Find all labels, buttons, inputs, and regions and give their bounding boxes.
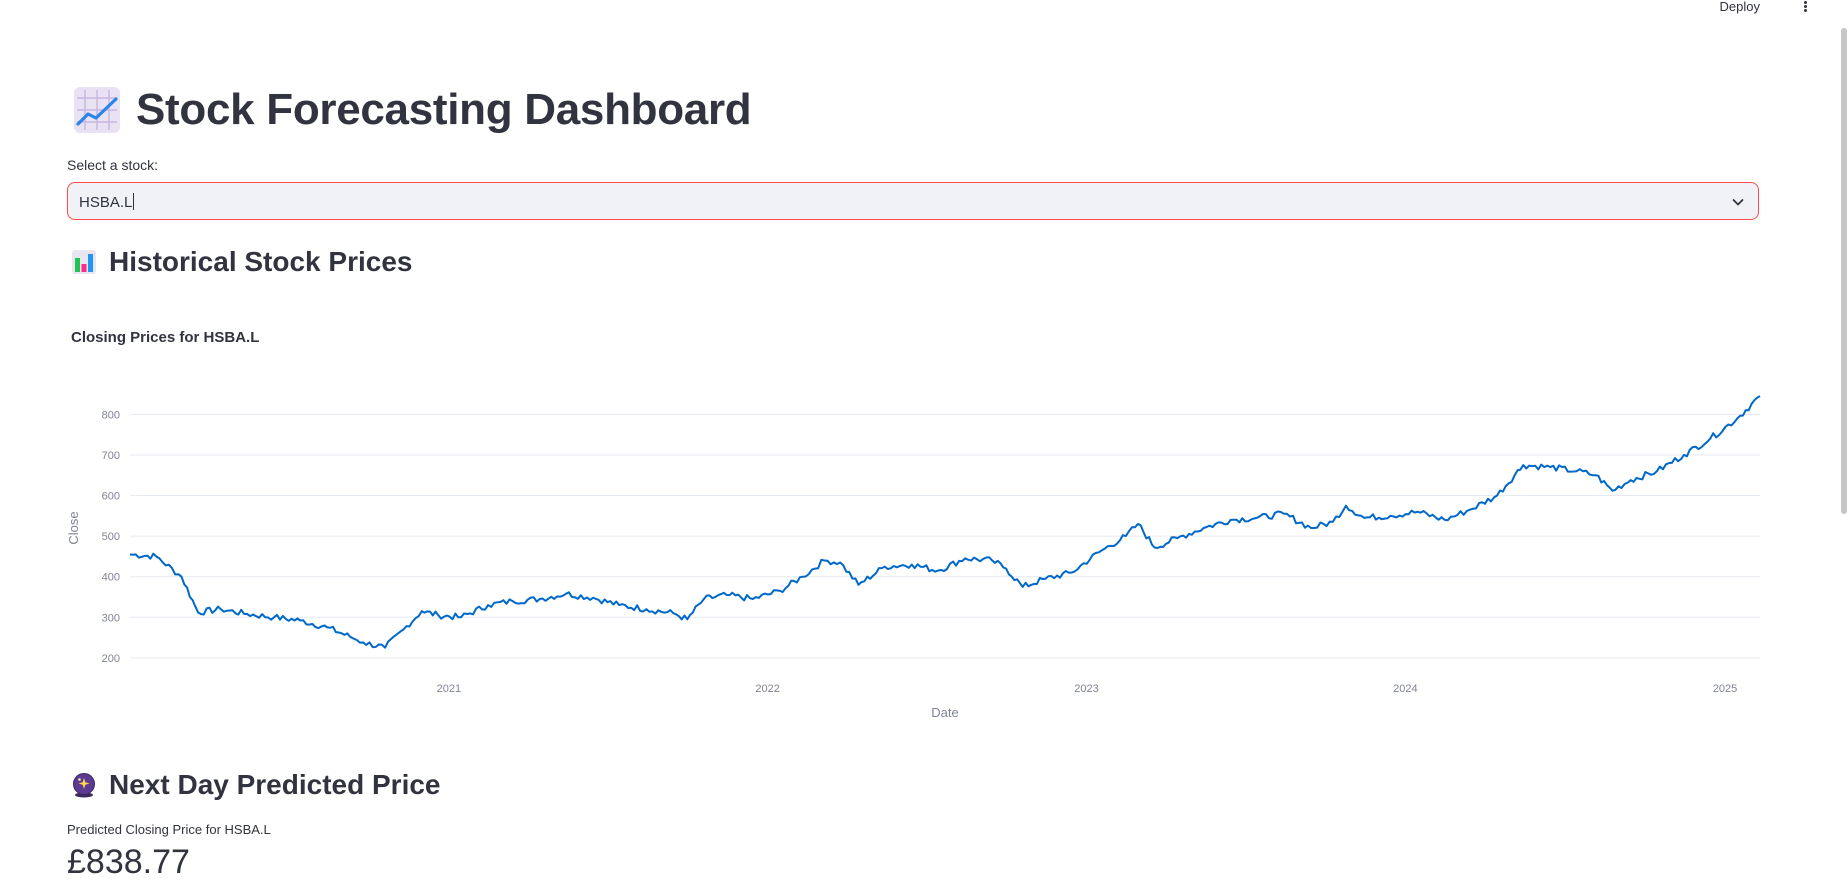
x-tick-label: 2024	[1393, 683, 1417, 695]
close-price-line[interactable]	[129, 395, 1761, 649]
page-header: Stock Forecasting Dashboard	[73, 84, 752, 136]
chevron-down-icon[interactable]	[1730, 194, 1746, 210]
y-tick-label: 200	[102, 653, 120, 665]
prediction-heading: Next Day Predicted Price	[109, 769, 441, 800]
chart-increasing-icon	[74, 87, 120, 133]
y-tick-label: 400	[102, 572, 120, 584]
prediction-section-header: Next Day Predicted Price	[71, 768, 441, 802]
metric-label: Predicted Closing Price for HSBA.L	[67, 822, 271, 837]
x-tick-label: 2022	[755, 683, 779, 695]
y-tick-label: 800	[102, 409, 120, 421]
y-tick-label: 500	[102, 531, 120, 543]
x-axis-label: Date	[931, 705, 958, 720]
closing-price-chart[interactable]: 200 300 400 500 600 700 800 2021 2022 2023 2024 20…	[66, 390, 1761, 720]
app-header: Deploy	[0, 0, 1848, 20]
stock-select-value[interactable]: HSBA.L	[79, 193, 135, 212]
chart-title: Closing Prices for HSBA.L	[71, 329, 260, 346]
crystal-ball-icon	[73, 773, 95, 798]
scrollbar-thumb[interactable]	[1841, 28, 1847, 514]
chart-svg[interactable]: 200300400500600700800 2021 2022 2023 2024 20…	[66, 390, 1761, 720]
y-tick-label: 300	[102, 612, 120, 624]
scrollbar[interactable]	[1840, 0, 1848, 880]
stock-select[interactable]: HSBA.L	[67, 182, 1759, 220]
stock-select-label: Select a stock:	[67, 157, 159, 173]
metric-value: £838.77	[67, 843, 190, 881]
page-title: Stock Forecasting Dashboard	[136, 85, 752, 134]
bar-chart-icon	[72, 250, 96, 274]
x-axis-ticks: 2021 2022 2023 2024 2025	[437, 683, 1738, 695]
y-tick-label: 600	[102, 491, 120, 503]
text-cursor	[133, 193, 135, 210]
y-axis-ticks: 200 300 400 500 600 700 800	[102, 409, 120, 665]
vertical-dots-icon[interactable]	[1800, 1, 1810, 15]
deploy-button[interactable]: Deploy	[1720, 0, 1760, 16]
x-tick-label: 2021	[437, 683, 461, 695]
historical-heading: Historical Stock Prices	[109, 246, 413, 277]
chart-gridlines	[130, 413, 1760, 659]
y-tick-label: 700	[102, 450, 120, 462]
historical-section-header: Historical Stock Prices	[71, 245, 412, 279]
x-tick-label: 2025	[1713, 683, 1737, 695]
x-tick-label: 2023	[1074, 683, 1098, 695]
y-axis-label: Close	[67, 511, 81, 544]
